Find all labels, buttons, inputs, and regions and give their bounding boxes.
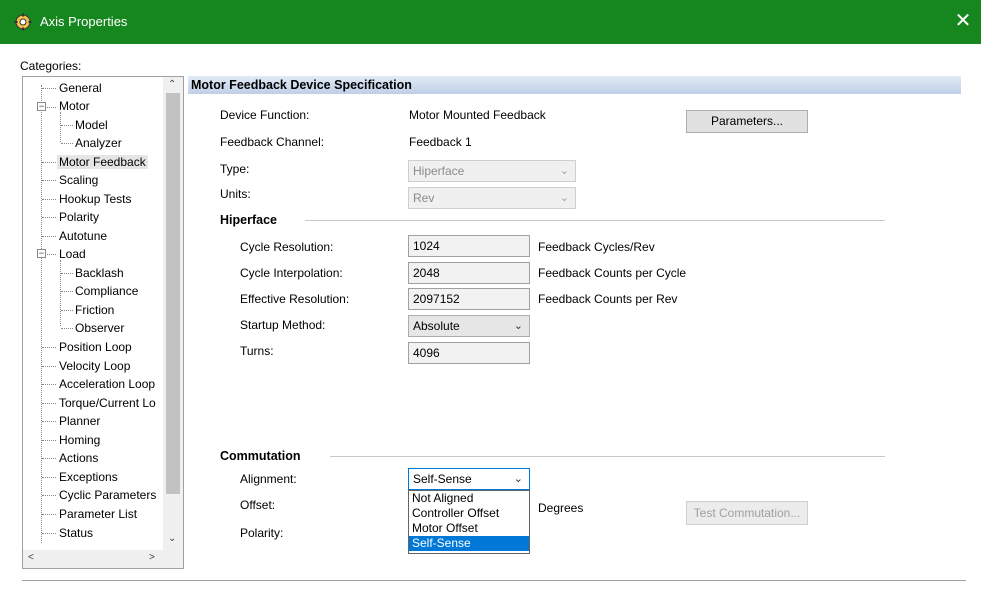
chevron-down-icon: ⌄: [559, 192, 569, 204]
section-title: Motor Feedback Device Specification: [188, 76, 961, 94]
effective-resolution-unit: Feedback Counts per Rev: [538, 292, 678, 306]
effective-resolution-label: Effective Resolution:: [240, 292, 350, 306]
bottom-divider: [22, 580, 966, 581]
parameters-button[interactable]: Parameters...: [686, 110, 808, 133]
commutation-divider: [330, 456, 885, 457]
cycle-interpolation-field[interactable]: 2048: [408, 262, 530, 284]
chevron-down-icon: ⌄: [513, 473, 523, 485]
tree-item-torque-current-loop[interactable]: Torque/Current Lo: [59, 396, 156, 410]
alignment-option-self-sense[interactable]: Self-Sense: [409, 536, 529, 551]
tree-item-general[interactable]: General: [59, 81, 102, 95]
effective-resolution-field[interactable]: 2097152: [408, 288, 530, 310]
feedback-channel-value: Feedback 1: [409, 135, 472, 149]
alignment-option-controller-offset[interactable]: Controller Offset: [409, 506, 529, 521]
tree-item-homing[interactable]: Homing: [59, 433, 100, 447]
tree-vertical-scrollbar[interactable]: ⌃ ⌄: [163, 77, 183, 550]
hiperface-divider: [305, 220, 885, 221]
categories-tree[interactable]: General − Motor Model Analyzer Motor Fee…: [22, 76, 184, 569]
scroll-down-icon[interactable]: ⌄: [168, 533, 176, 544]
tree-item-polarity[interactable]: Polarity: [59, 210, 99, 224]
window-title: Axis Properties: [40, 14, 128, 29]
cycle-interpolation-unit: Feedback Counts per Cycle: [538, 266, 687, 280]
tree-item-motor-feedback[interactable]: Motor Feedback: [57, 155, 148, 169]
tree-item-compliance[interactable]: Compliance: [75, 284, 138, 298]
tree-item-motor[interactable]: Motor: [59, 99, 90, 113]
alignment-select[interactable]: Self-Sense ⌄: [408, 468, 530, 490]
polarity-label: Polarity:: [240, 526, 284, 540]
offset-label: Offset:: [240, 498, 276, 512]
tree-item-velocity-loop[interactable]: Velocity Loop: [59, 359, 130, 373]
hiperface-group-title: Hiperface: [220, 213, 277, 227]
tree-item-parameter-list[interactable]: Parameter List: [59, 507, 137, 521]
tree-item-hookup-tests[interactable]: Hookup Tests: [59, 192, 132, 206]
axis-gear-icon: [14, 13, 32, 31]
cycle-resolution-label: Cycle Resolution:: [240, 240, 334, 254]
tree-item-analyzer[interactable]: Analyzer: [75, 136, 122, 150]
chevron-down-icon: ⌄: [513, 320, 523, 332]
cycle-interpolation-label: Cycle Interpolation:: [240, 266, 343, 280]
tree-item-position-loop[interactable]: Position Loop: [59, 340, 132, 354]
tree-item-backlash[interactable]: Backlash: [75, 266, 124, 280]
feedback-channel-label: Feedback Channel:: [220, 135, 325, 149]
type-value: Hiperface: [413, 164, 465, 178]
device-function-value: Motor Mounted Feedback: [409, 108, 546, 122]
alignment-option-not-aligned[interactable]: Not Aligned: [409, 491, 529, 506]
test-commutation-button[interactable]: Test Commutation...: [686, 501, 808, 525]
units-select[interactable]: Rev ⌄: [408, 187, 576, 209]
tree-item-cyclic-parameters[interactable]: Cyclic Parameters: [59, 488, 156, 502]
load-collapse-icon[interactable]: −: [37, 249, 46, 258]
startup-method-value: Absolute: [413, 319, 460, 333]
motor-collapse-icon[interactable]: −: [37, 102, 46, 111]
close-button[interactable]: ✕: [948, 8, 978, 36]
startup-method-select[interactable]: Absolute ⌄: [408, 315, 530, 337]
units-value: Rev: [413, 191, 435, 205]
turns-field[interactable]: 4096: [408, 342, 530, 364]
turns-label: Turns:: [240, 344, 274, 358]
alignment-option-motor-offset[interactable]: Motor Offset: [409, 521, 529, 536]
tree-item-load[interactable]: Load: [59, 247, 86, 261]
chevron-down-icon: ⌄: [559, 165, 569, 177]
tree-horizontal-scrollbar[interactable]: < >: [23, 550, 183, 568]
alignment-dropdown-list[interactable]: Not Aligned Controller Offset Motor Offs…: [408, 490, 530, 554]
alignment-label: Alignment:: [240, 472, 297, 486]
units-label: Units:: [220, 187, 251, 201]
alignment-value: Self-Sense: [413, 472, 472, 486]
tree-item-autotune[interactable]: Autotune: [59, 229, 107, 243]
close-icon: ✕: [954, 10, 972, 32]
tree-item-acceleration-loop[interactable]: Acceleration Loop: [59, 377, 155, 391]
title-bar: Axis Properties ✕: [0, 0, 981, 44]
categories-label: Categories:: [20, 59, 82, 73]
cycle-resolution-field[interactable]: 1024: [408, 235, 530, 257]
type-select[interactable]: Hiperface ⌄: [408, 160, 576, 182]
cycle-resolution-unit: Feedback Cycles/Rev: [538, 240, 655, 254]
tree-item-model[interactable]: Model: [75, 118, 108, 132]
tree-item-status[interactable]: Status: [59, 526, 93, 540]
tree-item-exceptions[interactable]: Exceptions: [59, 470, 118, 484]
offset-unit: Degrees: [538, 501, 584, 515]
tree-item-observer[interactable]: Observer: [75, 321, 124, 335]
scroll-left-icon[interactable]: <: [28, 552, 34, 563]
scroll-right-icon[interactable]: >: [149, 552, 155, 563]
tree-item-actions[interactable]: Actions: [59, 451, 98, 465]
commutation-group-title: Commutation: [220, 449, 301, 463]
device-function-label: Device Function:: [220, 108, 310, 122]
tree-item-scaling[interactable]: Scaling: [59, 173, 98, 187]
type-label: Type:: [220, 162, 250, 176]
tree-scroll-thumb[interactable]: [166, 93, 180, 494]
startup-method-label: Startup Method:: [240, 318, 326, 332]
tree-item-planner[interactable]: Planner: [59, 414, 100, 428]
tree-item-friction[interactable]: Friction: [75, 303, 114, 317]
scroll-up-icon[interactable]: ⌃: [168, 79, 176, 90]
